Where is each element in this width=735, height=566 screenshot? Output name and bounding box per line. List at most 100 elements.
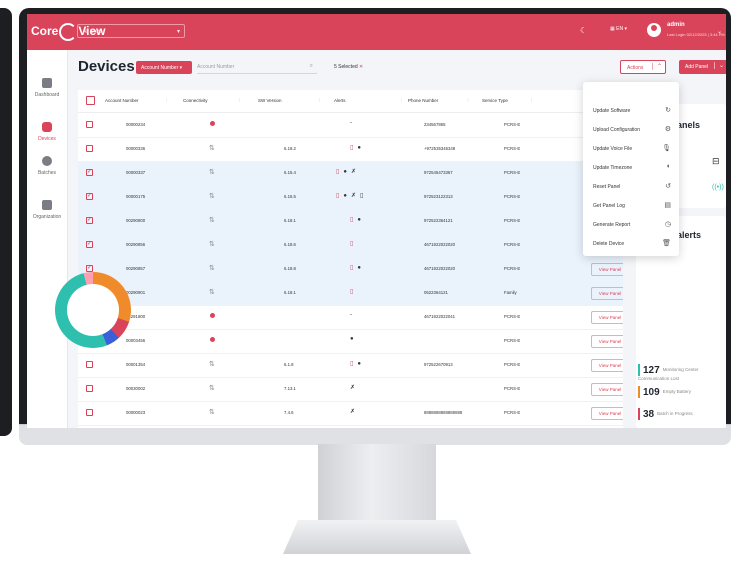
- moon-icon[interactable]: ☾: [580, 26, 587, 35]
- column-header-phone[interactable]: Phone Number ⋮: [408, 97, 470, 103]
- stat-batch-progress[interactable]: 38 Batch in Progress: [638, 408, 693, 420]
- add-panel-button[interactable]: Add Panel ⌄: [679, 60, 726, 74]
- table-row[interactable]: 00000337⇅6.15.4▯●✗972545473367PCRS-EView…: [78, 161, 623, 186]
- menu-item-generate-report[interactable]: Generate Report ◷: [593, 221, 671, 228]
- column-header-account[interactable]: Account Number ⋮: [105, 97, 169, 103]
- table-row[interactable]: 00000336⇅6.18.2▯●+972535346348PCRS-EView…: [78, 137, 623, 162]
- row-checkbox[interactable]: [86, 121, 93, 128]
- row-checkbox[interactable]: [86, 264, 93, 272]
- stat-value: 109: [643, 386, 660, 398]
- table-row[interactable]: 00030002⇅7.13.1✗PCRS-EView Panel›: [78, 377, 623, 402]
- table-row[interactable]: 00001354 ⇅ 6.1.8 ▯● 972522670913 PCRS-E View P…: [78, 353, 623, 378]
- column-header-connectivity[interactable]: Connectivity ⋮: [183, 97, 242, 103]
- account-number: 00000337: [126, 170, 146, 175]
- sidebar-item-devices[interactable]: Devices: [27, 122, 67, 142]
- filter-field-select[interactable]: Account Number ▾: [136, 61, 192, 74]
- view-panel-button[interactable]: View Panel: [591, 287, 623, 300]
- row-checkbox[interactable]: [86, 192, 93, 200]
- table-row[interactable]: 00290857 ⇅ 6.18.8 ▯● 4671922022020 PCRS-E View…: [78, 257, 623, 282]
- row-checkbox[interactable]: [86, 240, 93, 248]
- page-title: Devices: [78, 58, 135, 75]
- view-panel-button[interactable]: View Panel: [591, 335, 623, 348]
- service-type: PCRS-E: [504, 314, 521, 319]
- user-menu-chevron-icon[interactable]: ⌄: [717, 28, 722, 35]
- table-row[interactable]: 00290800⇅6.18.1▯●972522364121PCRS-EView …: [78, 209, 623, 234]
- stat-comm-lost[interactable]: 127 Monitoring Center Communication Lost: [638, 364, 726, 381]
- selected-count[interactable]: 5 Selected ✕: [334, 64, 363, 70]
- alert-icons: ✗: [350, 385, 360, 391]
- service-type: PCRS-E: [504, 194, 521, 199]
- search-input[interactable]: Account Number ⌕: [197, 61, 317, 74]
- actions-button[interactable]: Actions ⌃: [620, 60, 666, 74]
- account-number: 00290857: [126, 266, 146, 271]
- column-header-service-type[interactable]: Service Type ⋮: [482, 97, 534, 103]
- avatar[interactable]: [647, 23, 661, 37]
- view-panel-button[interactable]: View Panel: [591, 407, 623, 420]
- connected-icon: ⇅: [209, 169, 215, 176]
- menu-item-upload-configuration[interactable]: Upload Configuration ⚙: [593, 126, 671, 133]
- view-panel-button[interactable]: View Panel: [591, 263, 623, 276]
- sidebar-item-label: Organization: [32, 214, 62, 220]
- view-panel-button[interactable]: View Panel: [591, 311, 623, 324]
- sidebar-item-dashboard[interactable]: Dashboard: [27, 78, 67, 98]
- service-type: PCRS-E: [504, 410, 521, 415]
- stat-label: Empty Battery: [662, 389, 691, 395]
- table-row[interactable]: 00000175⇅6.15.5▯●✗▯972523122313PCRS-EVie…: [78, 185, 623, 210]
- connected-icon: ⇅: [209, 193, 215, 200]
- alert-icons: ▯●: [350, 361, 365, 367]
- menu-item-update-timezone[interactable]: Update Timezone ◐: [593, 163, 671, 171]
- view-panel-button[interactable]: View Panel: [591, 359, 623, 372]
- log-icon: ▤: [664, 202, 671, 209]
- row-checkbox[interactable]: [86, 216, 93, 224]
- menu-item-delete-device[interactable]: Delete Device 🗑: [593, 240, 671, 247]
- phone-number: 972522364121: [424, 218, 453, 223]
- chevron-down-icon: ▾: [176, 29, 180, 35]
- row-checkbox[interactable]: [86, 409, 93, 416]
- language-select[interactable]: ▦ EN ▾: [610, 26, 627, 32]
- search-placeholder: Account Number: [197, 64, 235, 70]
- disconnected-icon: [210, 313, 215, 318]
- row-checkbox[interactable]: [86, 361, 93, 368]
- globe-icon: ◐: [666, 163, 671, 170]
- service-type: Family: [504, 290, 517, 295]
- row-checkbox[interactable]: [86, 168, 93, 176]
- menu-item-label: Update Timezone: [593, 165, 633, 171]
- stat-empty-battery[interactable]: 109 Empty Battery: [638, 386, 691, 398]
- menu-item-update-software[interactable]: Update Software ↻: [593, 107, 671, 114]
- alert-icons: ▯●✗: [336, 169, 360, 175]
- row-checkbox[interactable]: [86, 145, 93, 152]
- menu-item-label: Upload Configuration: [593, 127, 640, 133]
- connected-icon: ⇅: [209, 361, 215, 368]
- top-bar: Core View All Units ▾ ☾ ▦ EN ▾ admin Last…: [27, 14, 726, 50]
- menu-item-get-panel-log[interactable]: Get Panel Log ▤: [593, 202, 671, 209]
- view-panel-button[interactable]: View Panel: [591, 383, 623, 396]
- table-row[interactable]: 00000234-234567865PCRS-EView Panel›: [78, 113, 623, 138]
- unit-select[interactable]: All Units ▾: [77, 24, 185, 38]
- column-header-sw-version[interactable]: SW Version ⋮: [258, 97, 322, 103]
- sidebar: Dashboard Devices Batches Organization: [27, 50, 68, 428]
- alert-icons: ▯●: [350, 145, 365, 151]
- menu-item-update-voice-file[interactable]: Update Voice File 🎙: [593, 145, 671, 152]
- row-checkbox[interactable]: [86, 385, 93, 392]
- select-all-checkbox[interactable]: [86, 96, 95, 105]
- table-row[interactable]: 00291800-4671922022041PCRS-EView Panel›: [78, 305, 623, 330]
- column-header-alerts[interactable]: Alerts ⋮: [334, 97, 404, 103]
- monitor-stand-base: [283, 520, 471, 554]
- table-row[interactable]: 00290901 ⇅ 6.18.1 ▯ 0522364121 Family View Pan…: [78, 281, 623, 306]
- sidebar-item-organization[interactable]: Organization: [27, 200, 67, 220]
- sidebar-item-batches[interactable]: Batches: [27, 156, 67, 176]
- alert-icons: -: [350, 120, 356, 126]
- menu-item-reset-panel[interactable]: Reset Panel ↺: [593, 183, 671, 190]
- search-icon: ⌕: [309, 63, 313, 69]
- sw-version: 7.13.1: [284, 386, 296, 391]
- phone-number: 8888888888888888: [424, 410, 463, 415]
- phone-number: 972522670913: [424, 362, 453, 367]
- actions-dropdown-menu: Update Software ↻ Upload Configuration ⚙ Upd…: [583, 82, 679, 256]
- stat-color-bar: [638, 364, 640, 376]
- sw-version: 7.4.6: [284, 410, 294, 415]
- table-row[interactable]: 00000023 ⇅ 7.4.6 ✗ 8888888888888888 PCRS-E Vie…: [78, 401, 623, 426]
- menu-item-label: Update Voice File: [593, 146, 633, 152]
- table-row[interactable]: 00003456●PCRS-EView Panel›: [78, 329, 623, 354]
- phone-number: 234567865: [424, 122, 446, 127]
- table-row[interactable]: 00290856⇅6.18.6▯4671922022020PCRS-EView …: [78, 233, 623, 258]
